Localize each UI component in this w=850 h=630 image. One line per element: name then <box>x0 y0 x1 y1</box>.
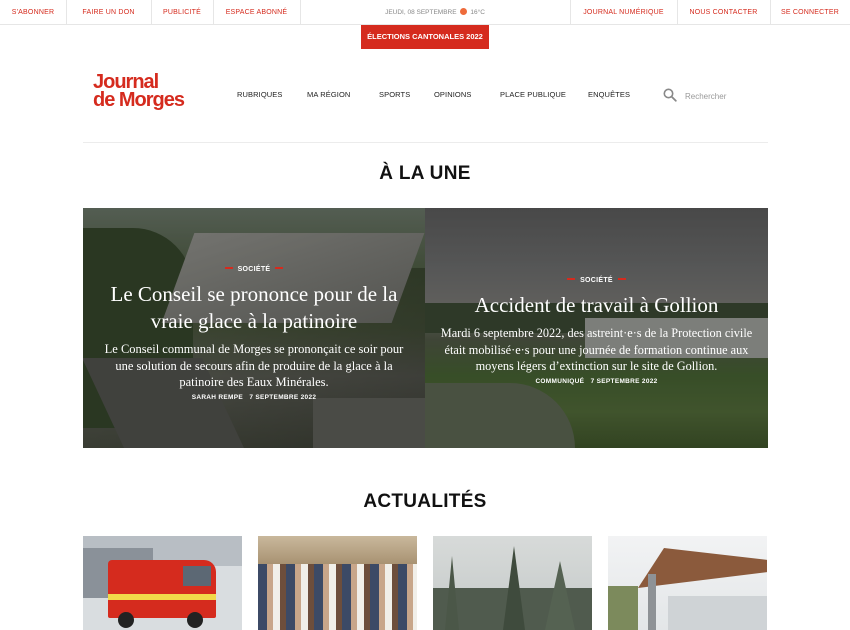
photo-windshield <box>183 566 211 586</box>
nav-item-sports[interactable]: Sports <box>379 90 410 99</box>
photo-wheel <box>187 612 203 628</box>
site-logo[interactable]: Journal de Morges <box>93 72 185 111</box>
article-lede: Le Conseil communal de Morges se prononç… <box>104 342 404 389</box>
photo-ceiling <box>258 536 417 564</box>
photo-stands <box>668 596 767 630</box>
contact-link[interactable]: Nous contacter <box>677 0 770 25</box>
hero-article-card[interactable]: Société Accident de travail à Gollion Ma… <box>425 208 768 448</box>
digital-journal-link[interactable]: Journal numérique <box>570 0 677 25</box>
news-thumbnail-fire-truck[interactable] <box>83 536 242 630</box>
elections-banner-button[interactable]: Élections cantonales 2022 <box>361 25 489 49</box>
date-weather: Jeudi, 08 septembre 16°C <box>300 0 570 25</box>
hero-article-card[interactable]: Société Le Conseil se prononce pour de l… <box>83 208 425 448</box>
nav-item-enquetes[interactable]: Enquêtes <box>588 90 630 99</box>
advertising-link[interactable]: Publicité <box>151 0 213 25</box>
nav-item-rubriques[interactable]: Rubriques <box>237 90 283 99</box>
photo-wheel <box>118 612 134 628</box>
news-thumbnail-crowd[interactable] <box>258 536 417 630</box>
article-byline: Sarah Rempe 7 septembre 2022 <box>191 393 317 401</box>
weather-sun-icon <box>460 8 468 15</box>
photo-roof <box>638 548 767 588</box>
donate-link[interactable]: Faire un don <box>66 0 151 25</box>
hero-text: Société Le Conseil se prononce pour de l… <box>83 266 425 401</box>
nav-item-place-publique[interactable]: Place publique <box>500 90 566 99</box>
section-title-une: À LA UNE <box>379 163 471 184</box>
subscriber-area-link[interactable]: Espace abonné <box>213 0 300 25</box>
login-link[interactable]: Se connecter <box>770 0 850 25</box>
search-icon[interactable] <box>663 88 677 102</box>
nav-item-ma-region[interactable]: Ma région <box>307 90 350 99</box>
article-headline[interactable]: Accident de travail à Gollion <box>437 292 756 319</box>
category-tag[interactable]: Société <box>95 266 413 273</box>
article-byline: Communiqué 7 septembre 2022 <box>535 377 658 385</box>
section-title-actualites: ACTUALITÉS <box>363 491 487 512</box>
photo-tree <box>608 586 638 630</box>
hero-text: Société Accident de travail à Gollion Ma… <box>425 277 768 385</box>
subscribe-link[interactable]: S'abonner <box>0 0 66 25</box>
photo-stripe <box>108 594 216 600</box>
photo-pillar <box>648 574 656 630</box>
news-thumbnail-stadium[interactable] <box>608 536 767 630</box>
search-input[interactable] <box>685 89 765 103</box>
article-lede: Mardi 6 septembre 2022, des astreint·e·s… <box>440 326 753 373</box>
photo-people <box>258 564 417 630</box>
temperature: 16°C <box>470 9 485 16</box>
logo-line-2: de Morges <box>93 89 185 111</box>
top-utility-bar: S'abonner Faire un don Publicité Espace … <box>0 0 850 25</box>
header-divider <box>83 142 768 143</box>
category-tag[interactable]: Société <box>437 277 756 284</box>
article-headline[interactable]: Le Conseil se prononce pour de la vraie … <box>95 281 413 335</box>
current-date: Jeudi, 08 septembre <box>385 9 457 16</box>
nav-item-opinions[interactable]: Opinions <box>434 90 471 99</box>
news-thumbnail-forest[interactable] <box>433 536 592 630</box>
